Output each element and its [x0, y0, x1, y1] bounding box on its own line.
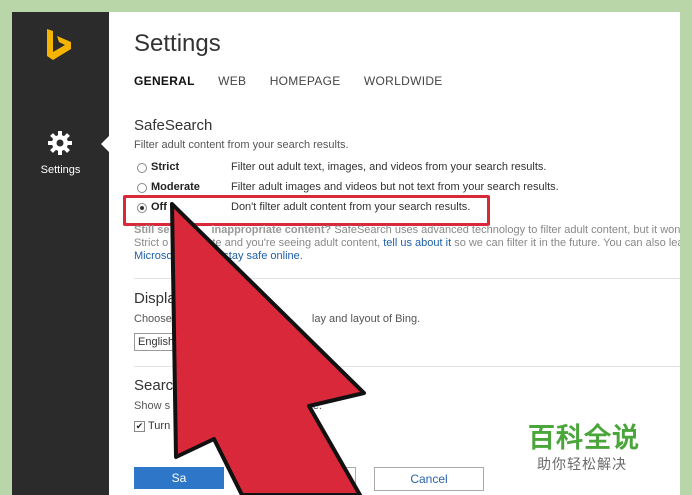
watermark-title: 百科全说	[528, 423, 640, 453]
strict-description: Filter out adult text, images, and video…	[231, 161, 547, 173]
moderate-description: Filter adult images and videos but not t…	[231, 181, 559, 193]
search-heading: Searc	[134, 377, 174, 394]
bing-logo-icon[interactable]	[44, 28, 74, 62]
language-select[interactable]: English	[134, 333, 189, 351]
page-title: Settings	[134, 30, 221, 57]
strict-label: Strict	[151, 161, 180, 173]
note2-c: so we can filter it in the future. You c…	[454, 237, 680, 249]
cancel-button[interactable]: Cancel	[374, 467, 484, 491]
safesearch-note-line1: Still se inappropriate content? SafeSearc…	[134, 224, 680, 236]
tab-web[interactable]: WEB	[218, 74, 246, 88]
display-description: Choose lay and layout of Bing.	[134, 313, 420, 325]
safesearch-heading: SafeSearch	[134, 117, 213, 134]
moderate-radio[interactable]	[137, 183, 147, 193]
section-divider-2	[134, 366, 680, 367]
sidebar: Settings	[12, 12, 109, 495]
note2-b: ate and you're seeing adult content,	[206, 237, 381, 249]
note-bold-b: inappropriate content?	[211, 224, 332, 236]
section-divider	[134, 278, 680, 279]
highlight-box	[123, 195, 490, 226]
gear-icon[interactable]	[47, 130, 73, 156]
save-button[interactable]: Sa	[134, 467, 224, 489]
microsoft-link-b[interactable]: you stay safe online.	[203, 250, 303, 262]
settings-tabs: GENERAL WEB HOMEPAGE WORLDWIDE	[134, 74, 463, 88]
watermark-subtitle: 助你轻松解决	[537, 456, 627, 472]
use-settings-prefix: Us	[253, 472, 269, 486]
safesearch-note-line3: Microso you stay safe online.	[134, 250, 303, 262]
suggestions-label: Turn	[148, 420, 171, 432]
search-description: Show s type.	[134, 400, 322, 412]
search-desc-a: Show s	[134, 400, 171, 412]
note-rest: SafeSearch uses advanced technology to f…	[334, 224, 680, 236]
safesearch-option-strict[interactable]: Strict Filter out adult text, images, an…	[137, 160, 677, 178]
note-bold-a: Still se	[134, 224, 170, 236]
use-settings-button[interactable]: Us ettings	[244, 467, 356, 491]
tell-us-link[interactable]: tell us about it	[383, 237, 451, 249]
display-desc-a: Choose	[134, 313, 172, 325]
microsoft-link-a[interactable]: Microso	[134, 250, 173, 262]
active-indicator	[101, 136, 109, 152]
safesearch-note-line2: Strict o ate and you're seeing adult cont…	[134, 237, 680, 249]
note2-a: Strict o	[134, 237, 169, 249]
safesearch-description: Filter adult content from your search re…	[134, 139, 349, 151]
moderate-label: Moderate	[151, 181, 200, 193]
tab-homepage[interactable]: HOMEPAGE	[270, 74, 341, 88]
display-heading: Displa	[134, 290, 176, 307]
screenshot-frame: Settings Settings GENERAL WEB HOMEPAGE W…	[12, 12, 680, 495]
strict-radio[interactable]	[137, 163, 147, 173]
use-settings-label: ettings	[310, 472, 347, 486]
tab-general[interactable]: GENERAL	[134, 74, 195, 88]
search-desc-b: type.	[298, 400, 322, 412]
sidebar-item-settings[interactable]: Settings	[12, 164, 109, 176]
tab-worldwide[interactable]: WORLDWIDE	[364, 74, 443, 88]
suggestions-checkbox[interactable]: ✔	[134, 421, 145, 432]
display-desc-b: lay and layout of Bing.	[311, 313, 421, 325]
